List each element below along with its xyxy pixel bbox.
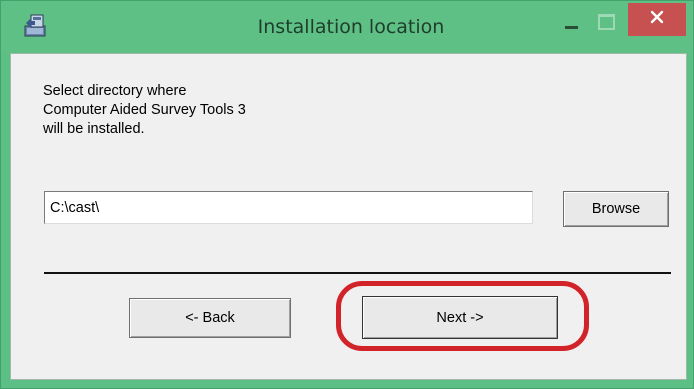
install-path-input[interactable] — [44, 191, 533, 224]
back-button[interactable]: <- Back — [129, 298, 291, 338]
separator-line — [44, 272, 671, 274]
installer-icon — [23, 11, 51, 39]
close-icon — [649, 9, 665, 30]
window-title: Installation location — [257, 16, 445, 38]
title-bar[interactable]: Installation location — [1, 1, 693, 53]
maximize-icon[interactable] — [593, 9, 619, 35]
browse-button[interactable]: Browse — [563, 191, 669, 227]
instruction-text: Select directory where Computer Aided Su… — [43, 83, 246, 137]
next-button[interactable]: Next -> — [362, 296, 558, 339]
dialog-body: Select directory where Computer Aided Su… — [10, 53, 687, 380]
close-button[interactable] — [628, 3, 686, 36]
minimize-icon[interactable] — [559, 11, 585, 37]
installer-window: Installation location Select directory w… — [0, 0, 694, 389]
